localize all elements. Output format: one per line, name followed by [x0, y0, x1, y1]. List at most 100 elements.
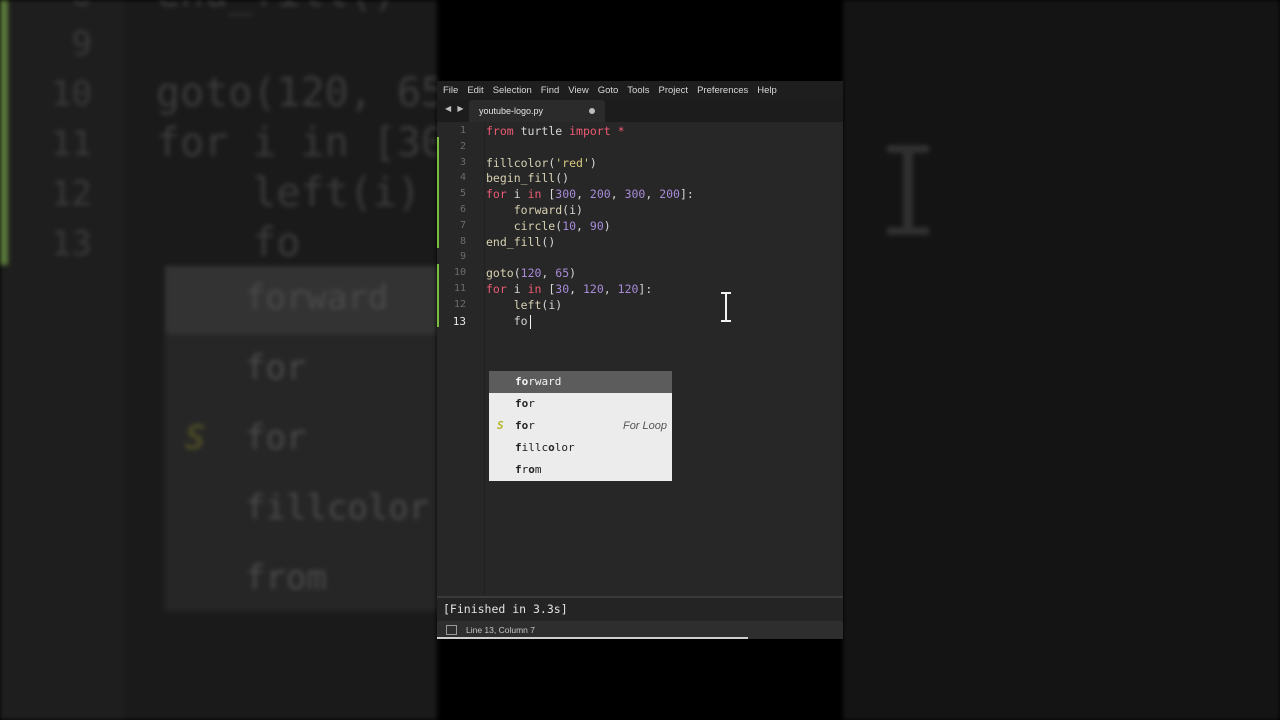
code-token: 120 — [583, 282, 604, 296]
code-token: , — [610, 187, 625, 202]
zoomed-code-line: fo — [156, 220, 301, 266]
code-token: i — [506, 187, 528, 202]
autocomplete-label: fillcolor — [515, 441, 575, 454]
editor-window: File Edit Selection Find View Goto Tools Projec… — [437, 81, 843, 639]
menu-preferences[interactable]: Preferences — [697, 85, 748, 96]
code-token: , — [645, 187, 660, 202]
autocomplete-label: from — [515, 463, 542, 476]
autocomplete-item[interactable]: from — [489, 459, 672, 481]
code-token: , — [576, 218, 590, 233]
code-token: 'red' — [555, 155, 590, 170]
line-number: 11 — [453, 283, 466, 294]
line-number: 4 — [459, 172, 466, 184]
menu-view[interactable]: View — [568, 85, 588, 96]
code-token: 30 — [555, 282, 570, 296]
code-token: 90 — [589, 218, 604, 233]
menu-help[interactable]: Help — [757, 85, 777, 96]
snippet-kind-icon: S — [497, 419, 504, 432]
mouse-ibeam-cursor-icon — [721, 292, 731, 322]
code-token: ) — [589, 155, 597, 170]
code-token: circle — [486, 218, 556, 233]
zoomed-line-number: 9 — [71, 24, 92, 64]
code-token: () — [541, 234, 556, 249]
line-number: 6 — [459, 204, 466, 215]
code-token: for — [486, 187, 507, 202]
code-token: 300 — [624, 187, 646, 202]
text-caret — [530, 315, 531, 329]
line-number: 9 — [459, 251, 466, 263]
video-progress-bar — [437, 637, 748, 639]
code-token: ]: — [679, 187, 694, 202]
code-token: () — [555, 171, 570, 186]
code-editor[interactable]: 1 2 3 4 5 6 7 8 9 10 11 12 13 from turtle import * fi… — [437, 122, 843, 596]
line-number: 5 — [459, 188, 466, 200]
autocomplete-label: forward — [515, 375, 562, 388]
code-line: begin_fill() — [486, 170, 569, 186]
code-token: [ — [541, 282, 556, 296]
code-token: , — [569, 282, 583, 296]
code-line: fillcolor('red') — [486, 155, 597, 171]
code-line: for i in [30, 120, 120]: — [486, 281, 652, 297]
code-token: in — [527, 187, 542, 202]
code-line: end_fill() — [486, 234, 555, 250]
code-token: fillcolor — [486, 155, 549, 170]
zoomed-snippet-kind-icon: S — [185, 418, 206, 458]
code-token: , — [541, 266, 556, 281]
code-token: * — [610, 124, 625, 138]
autocomplete-popup[interactable]: forward for Sfor For Loop fillcolor from — [489, 371, 672, 481]
code-line: fo — [486, 313, 528, 329]
code-token: ( — [513, 266, 521, 281]
autocomplete-item[interactable]: for — [489, 393, 672, 415]
zoomed-code-line: left(i) — [156, 170, 421, 216]
zoomed-line-number: 13 — [51, 224, 92, 264]
zoomed-line-number: 12 — [51, 174, 92, 214]
code-token: 200 — [589, 187, 611, 202]
code-token: 120 — [520, 266, 542, 281]
zoomed-popup-item: from — [245, 558, 327, 598]
line-number: 12 — [453, 298, 466, 310]
autocomplete-label: for — [515, 419, 535, 432]
output-panel: [Finished in 3.3s] — [437, 596, 843, 621]
code-token: 120 — [617, 282, 639, 296]
code-token: ]: — [638, 282, 653, 296]
menu-project[interactable]: Project — [658, 85, 688, 96]
unsaved-dot-icon[interactable] — [589, 108, 595, 114]
zoomed-code-line: goto(120, 65 — [156, 70, 437, 116]
gutter-divider — [484, 122, 485, 596]
zoomed-line-number: 11 — [51, 124, 92, 164]
menu-goto[interactable]: Goto — [598, 85, 619, 96]
code-line: forward(i) — [486, 202, 583, 218]
code-token: end_fill — [486, 234, 542, 249]
zoomed-popup-item: fillcolor — [245, 488, 430, 528]
code-token: ) — [569, 266, 577, 281]
menu-find[interactable]: Find — [541, 85, 559, 96]
menu-file[interactable]: File — [443, 85, 458, 96]
tab-youtube-logo[interactable]: youtube-logo.py — [469, 100, 605, 122]
zoomed-popup-item: forward — [245, 278, 389, 318]
line-gutter: 1 2 3 4 5 6 7 8 9 10 11 12 13 — [437, 122, 485, 596]
code-token: ) — [603, 218, 611, 233]
zoomed-modified-marker — [0, 0, 8, 265]
menu-tools[interactable]: Tools — [627, 85, 649, 96]
autocomplete-label: for — [515, 397, 535, 410]
menu-bar: File Edit Selection Find View Goto Tools Projec… — [437, 81, 843, 99]
autocomplete-item[interactable]: Sfor For Loop — [489, 415, 672, 437]
autocomplete-hint: For Loop — [622, 420, 667, 432]
code-token: for — [486, 282, 507, 296]
line-number: 7 — [459, 219, 466, 231]
tab-bar: ◀ ▶ youtube-logo.py — [437, 99, 843, 122]
autocomplete-item[interactable]: forward — [489, 371, 672, 393]
code-token: , — [576, 187, 590, 202]
autocomplete-item[interactable]: fillcolor — [489, 437, 672, 459]
code-line: from turtle import * — [486, 123, 625, 139]
code-token: import — [569, 124, 611, 138]
code-token: 300 — [555, 187, 577, 202]
tab-nav-arrows-icon[interactable]: ◀ ▶ — [445, 104, 466, 113]
panel-toggle-icon[interactable] — [446, 625, 457, 635]
menu-selection[interactable]: Selection — [493, 85, 532, 96]
zoomed-text-cursor-icon — [887, 145, 929, 235]
zoomed-background-left: 8 end_fill() 9 10 goto(120, 65 11 for i in [30… — [0, 0, 437, 720]
menu-edit[interactable]: Edit — [467, 85, 483, 96]
line-number: 10 — [453, 267, 466, 279]
code-token: 200 — [659, 187, 680, 202]
